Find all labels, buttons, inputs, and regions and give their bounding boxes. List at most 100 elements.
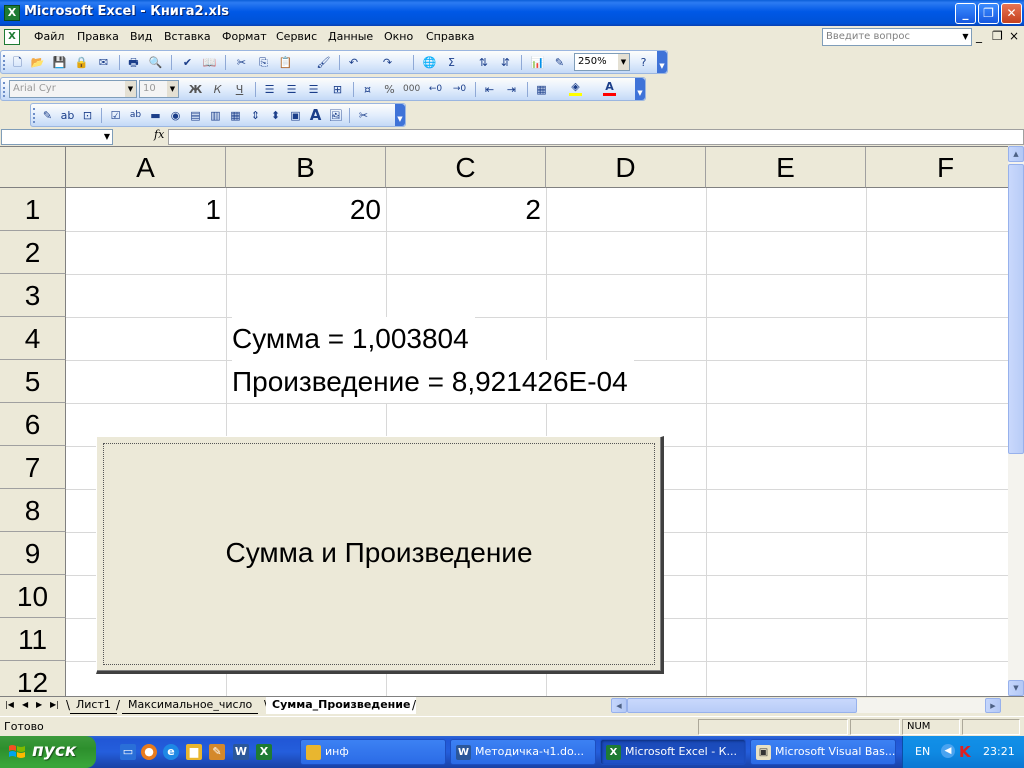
scroll-right-icon[interactable]: ▶ [985,698,1001,713]
currency-icon[interactable]: ¤ [359,81,376,98]
help-icon[interactable]: ? [635,54,652,71]
row-header[interactable]: 7 [0,446,66,489]
email-icon[interactable]: ✉ [95,54,112,71]
fill-color-icon[interactable]: ◈ [567,81,584,98]
autosum-icon[interactable]: Σ [443,54,460,71]
row-header[interactable]: 4 [0,317,66,360]
chevron-down-icon[interactable]: ▼ [167,81,178,97]
excel-icon[interactable]: X [4,5,20,21]
print-icon[interactable]: 🖶 [125,54,142,71]
zoom-select[interactable]: 250% ▼ [574,53,630,71]
menu-window[interactable]: Окно [384,30,413,43]
increase-decimal-icon[interactable]: ←0 [427,81,444,98]
scroll-down-icon[interactable]: ▼ [1008,680,1024,696]
row-header[interactable]: 6 [0,403,66,446]
column-header-f[interactable]: F [866,147,1008,188]
sum-product-button[interactable]: Сумма и Произведение [96,436,664,674]
chevron-down-icon[interactable]: ▼ [104,130,110,144]
italic-button[interactable]: К [209,81,226,98]
sheet-tab-max-number[interactable]: Максимальное_число [122,697,259,714]
sheet-tab-sum-product[interactable]: Сумма_Произведение [266,697,417,714]
scroll-up-icon[interactable]: ▲ [1008,146,1024,162]
column-header-a[interactable]: A [66,147,226,188]
cell-a1[interactable]: 1 [66,188,226,231]
title-bar[interactable]: X Microsoft Excel - Книга2.xls _ ❐ ✕ [0,0,1024,26]
cell-b1[interactable]: 20 [226,188,386,231]
language-indicator[interactable]: EN [915,745,930,758]
desktop-icon[interactable]: ▭ [120,744,136,760]
font-icon[interactable]: A [307,107,324,124]
tools-icon[interactable]: ✂ [355,107,372,124]
last-sheet-icon[interactable]: ▶| [50,700,59,709]
font-name-select[interactable]: Arial Cyr ▼ [9,80,137,98]
internet-explorer-icon[interactable]: e [163,744,179,760]
excel-icon[interactable]: X [256,744,272,760]
doc-minimize-button[interactable]: _ [976,30,982,42]
redo-icon[interactable]: ↷ [379,54,396,71]
undo-icon[interactable]: ↶ [345,54,362,71]
row-header[interactable]: 8 [0,489,66,532]
menu-help[interactable]: Справка [426,30,474,43]
copy-icon[interactable]: ⎘ [255,54,272,71]
open-folder-icon[interactable]: 📂 [29,54,46,71]
align-right-icon[interactable]: ☰ [305,81,322,98]
task-button-word[interactable]: W Методичка-ч1.do... [450,739,596,765]
cell-b5[interactable]: Произведение = 8,921426E-04 [232,360,634,403]
spinner-icon[interactable]: ⬍ [267,107,284,124]
sheet-tab-list1[interactable]: Лист1 [70,697,117,714]
research-icon[interactable]: 📖 [201,54,218,71]
sort-descending-icon[interactable]: ⇵ [497,54,514,71]
doc-close-button[interactable]: × [1009,30,1019,42]
word-icon[interactable]: W [233,744,249,760]
row-header[interactable]: 2 [0,231,66,274]
toolbar-options-icon[interactable]: ▼ [635,78,645,100]
spelling-icon[interactable]: ✔ [179,54,196,71]
menu-format[interactable]: Формат [222,30,267,43]
toolbar-grip[interactable] [33,108,36,123]
document-icon[interactable]: X [4,29,20,45]
antivirus-icon[interactable]: K [959,743,975,761]
cell-c1[interactable]: 2 [386,188,546,231]
row-header[interactable]: 3 [0,274,66,317]
chart-wizard-icon[interactable]: 📊 [529,54,546,71]
align-center-icon[interactable]: ☰ [283,81,300,98]
bold-button[interactable]: Ж [187,81,204,98]
checkbox-control-icon[interactable]: ☑ [107,107,124,124]
align-left-icon[interactable]: ☰ [261,81,278,98]
groupbox-control-icon[interactable]: ⊡ [79,107,96,124]
hyperlink-icon[interactable]: 🌐 [421,54,438,71]
horizontal-scroll-thumb[interactable] [627,698,857,713]
sort-ascending-icon[interactable]: ⇅ [475,54,492,71]
folder-icon[interactable]: ▆ [186,744,202,760]
menu-data[interactable]: Данные [328,30,373,43]
column-header-d[interactable]: D [546,147,706,188]
paste-icon[interactable]: 📋 [277,54,294,71]
formula-input[interactable] [168,129,1024,145]
select-all-corner[interactable] [0,147,66,188]
column-header-b[interactable]: B [226,147,386,188]
row-header[interactable]: 5 [0,360,66,403]
label-ab-icon[interactable]: ab [127,107,144,124]
row-header[interactable]: 9 [0,532,66,575]
minimize-button[interactable]: _ [955,3,976,24]
cut-icon[interactable]: ✂ [233,54,250,71]
font-color-icon[interactable]: A [601,81,618,98]
column-header-e[interactable]: E [706,147,866,188]
browser-icon[interactable]: ● [141,744,157,760]
row-header[interactable]: 12 [0,661,66,696]
option-button-icon[interactable]: ◉ [167,107,184,124]
save-icon[interactable]: 💾 [51,54,68,71]
new-document-icon[interactable]: 🗋 [9,54,26,71]
prev-sheet-icon[interactable]: ◀ [22,700,28,709]
label-control-icon[interactable]: ✎ [39,107,56,124]
row-header[interactable]: 1 [0,188,66,231]
vertical-scrollbar[interactable]: ▲ ▼ [1008,146,1024,696]
permission-icon[interactable]: 🔒 [73,54,90,71]
toolbar-options-icon[interactable]: ▼ [657,51,667,73]
chevron-left-icon[interactable]: ◀ [941,744,955,758]
menu-tools[interactable]: Сервис [276,30,317,43]
first-sheet-icon[interactable]: |◀ [5,700,14,709]
start-button[interactable]: пуск [0,736,96,768]
format-painter-icon[interactable]: 🖌 [315,54,332,71]
doc-restore-button[interactable]: ❐ [992,30,1003,42]
